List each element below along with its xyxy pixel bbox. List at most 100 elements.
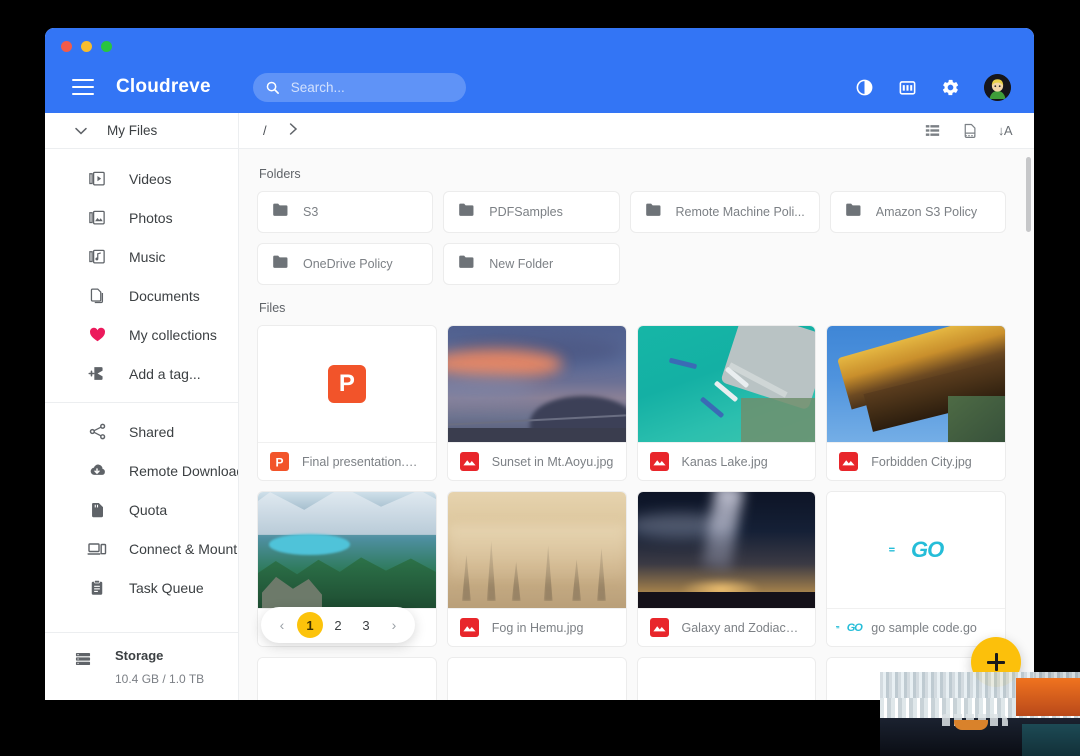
sidebar-item-label: Music — [129, 248, 166, 265]
folder-name: PDFSamples — [489, 205, 563, 219]
calendar-icon[interactable] — [898, 78, 917, 97]
add-tag-icon — [87, 364, 107, 384]
sidebar-item-connect-and-mount[interactable]: Connect & Mount — [45, 529, 238, 568]
powerpoint-icon: P — [327, 365, 366, 403]
folder-name: Amazon S3 Policy — [875, 205, 978, 219]
file-card[interactable]: GO GO go sample code.go — [826, 491, 1006, 647]
sidebar-item-quota[interactable]: Quota — [45, 490, 238, 529]
content-scrollbar[interactable] — [1026, 157, 1031, 687]
file-card[interactable]: Sunset in Mt.Aoyu.jpg — [446, 325, 627, 481]
sidebar-item-label: Videos — [129, 170, 172, 187]
folder-icon — [645, 202, 662, 222]
heart-icon — [87, 325, 107, 345]
sidebar-item-videos[interactable]: Videos — [45, 159, 238, 198]
storage-icon — [73, 649, 93, 669]
breadcrumb-bar: / ↓A — [239, 113, 1034, 149]
sort-az-icon[interactable]: ↓A — [997, 123, 1013, 138]
render-glitch-artifact — [880, 672, 1080, 756]
folders-section-label: Folders — [259, 167, 301, 181]
close-window-button[interactable] — [61, 41, 72, 52]
file-thumbnail — [637, 492, 816, 608]
sidebar-item-remote-download[interactable]: Remote Download — [45, 451, 238, 490]
sidebar-item-shared[interactable]: Shared — [45, 412, 238, 451]
folders-grid: S3 PDFSamples Remote Machine Poli... Ama… — [257, 191, 1006, 285]
image-file-icon — [649, 452, 669, 471]
file-thumbnail — [637, 326, 816, 442]
svg-text:P: P — [275, 455, 283, 469]
folder-card[interactable]: S3 — [257, 191, 434, 233]
folder-name: S3 — [303, 205, 319, 219]
folder-card[interactable]: PDFSamples — [443, 191, 620, 233]
image-file-icon — [459, 452, 479, 471]
folder-card[interactable]: OneDrive Policy — [257, 243, 434, 285]
file-card[interactable] — [636, 657, 817, 700]
sidebar-item-my-collections[interactable]: My collections — [45, 315, 238, 354]
file-name: Galaxy and Zodiacal ... — [681, 620, 804, 635]
brightness-half-icon[interactable] — [855, 78, 874, 97]
file-card[interactable] — [446, 657, 627, 700]
file-card[interactable]: Galaxy and Zodiacal ... — [636, 491, 817, 647]
file-card[interactable]: P P Final presentation.pp... — [257, 325, 437, 481]
screen: Cloudreve Search... My Files Videos Phot… — [0, 0, 1080, 756]
main-content: / ↓A Folders S3 PDFSamples Remote Machin… — [239, 113, 1034, 700]
file-card[interactable] — [257, 657, 437, 700]
file-thumbnail: P — [258, 326, 436, 442]
folder-name: OneDrive Policy — [303, 257, 393, 271]
pagination-page-1[interactable]: 1 — [297, 612, 323, 638]
file-thumbnail — [258, 492, 436, 608]
file-name: Final presentation.pp... — [302, 454, 424, 469]
sidebar: My Files Videos Photos Music Documents M… — [45, 113, 239, 700]
sidebar-item-music[interactable]: Music — [45, 237, 238, 276]
file-card[interactable]: Fog in Hemu.jpg — [446, 491, 627, 647]
file-name: Forbidden City.jpg — [871, 454, 972, 469]
sidebar-item-photos[interactable]: Photos — [45, 198, 238, 237]
pagination-next-button[interactable]: › — [381, 612, 407, 638]
folder-icon — [458, 254, 475, 274]
app-header: Cloudreve Search... — [45, 28, 1034, 113]
file-thumbnail — [637, 658, 816, 700]
sidebar-item-label: Photos — [129, 209, 173, 226]
new-file-icon[interactable] — [961, 122, 978, 140]
sidebar-item-documents[interactable]: Documents — [45, 276, 238, 315]
sidebar-header-my-files[interactable]: My Files — [45, 113, 238, 149]
folder-name: New Folder — [489, 257, 554, 271]
file-name: Sunset in Mt.Aoyu.jpg — [491, 454, 614, 469]
list-view-icon[interactable] — [924, 122, 941, 139]
documents-icon — [87, 286, 107, 306]
avatar[interactable] — [984, 73, 1011, 101]
app-body: My Files Videos Photos Music Documents M… — [45, 113, 1034, 700]
file-card[interactable]: Kanas Lake.jpg — [636, 325, 817, 481]
image-file-icon — [839, 452, 859, 471]
folder-card[interactable]: New Folder — [443, 243, 620, 285]
search-input[interactable]: Search... — [291, 80, 345, 95]
window-traffic-lights — [61, 41, 112, 52]
folder-card[interactable]: Remote Machine Poli... — [629, 191, 820, 233]
go-logo-icon: GO — [835, 618, 863, 637]
hamburger-menu-icon[interactable] — [72, 79, 94, 95]
clipboard-icon — [87, 578, 107, 598]
pagination-page-2[interactable]: 2 — [325, 612, 351, 638]
storage-title: Storage — [115, 648, 164, 663]
pagination-page-3[interactable]: 3 — [353, 612, 379, 638]
folder-card[interactable]: Amazon S3 Policy — [829, 191, 1006, 233]
breadcrumb-root[interactable]: / — [263, 123, 267, 138]
pagination-prev-button[interactable]: ‹ — [269, 612, 295, 638]
go-logo-icon: GO — [889, 537, 944, 563]
chevron-down-icon — [75, 125, 87, 137]
sidebar-item-label: My collections — [129, 326, 217, 343]
search-icon — [266, 81, 279, 94]
cloud-download-icon — [87, 461, 107, 481]
sidebar-item-add-a-tag[interactable]: Add a tag... — [45, 354, 238, 393]
gear-icon[interactable] — [941, 78, 960, 97]
sidebar-item-task-queue[interactable]: Task Queue — [45, 568, 238, 607]
storage-summary[interactable]: Storage 10.4 GB / 1.0 TB — [45, 632, 238, 700]
music-library-icon — [87, 247, 107, 267]
sidebar-item-label: Quota — [129, 501, 168, 518]
search-box[interactable]: Search... — [252, 72, 466, 102]
video-library-icon — [87, 169, 107, 189]
sort-az-label: ↓A — [997, 123, 1013, 138]
file-card[interactable]: Forbidden City.jpg — [826, 325, 1006, 481]
image-file-icon — [459, 618, 479, 637]
maximize-window-button[interactable] — [101, 41, 112, 52]
minimize-window-button[interactable] — [81, 41, 92, 52]
